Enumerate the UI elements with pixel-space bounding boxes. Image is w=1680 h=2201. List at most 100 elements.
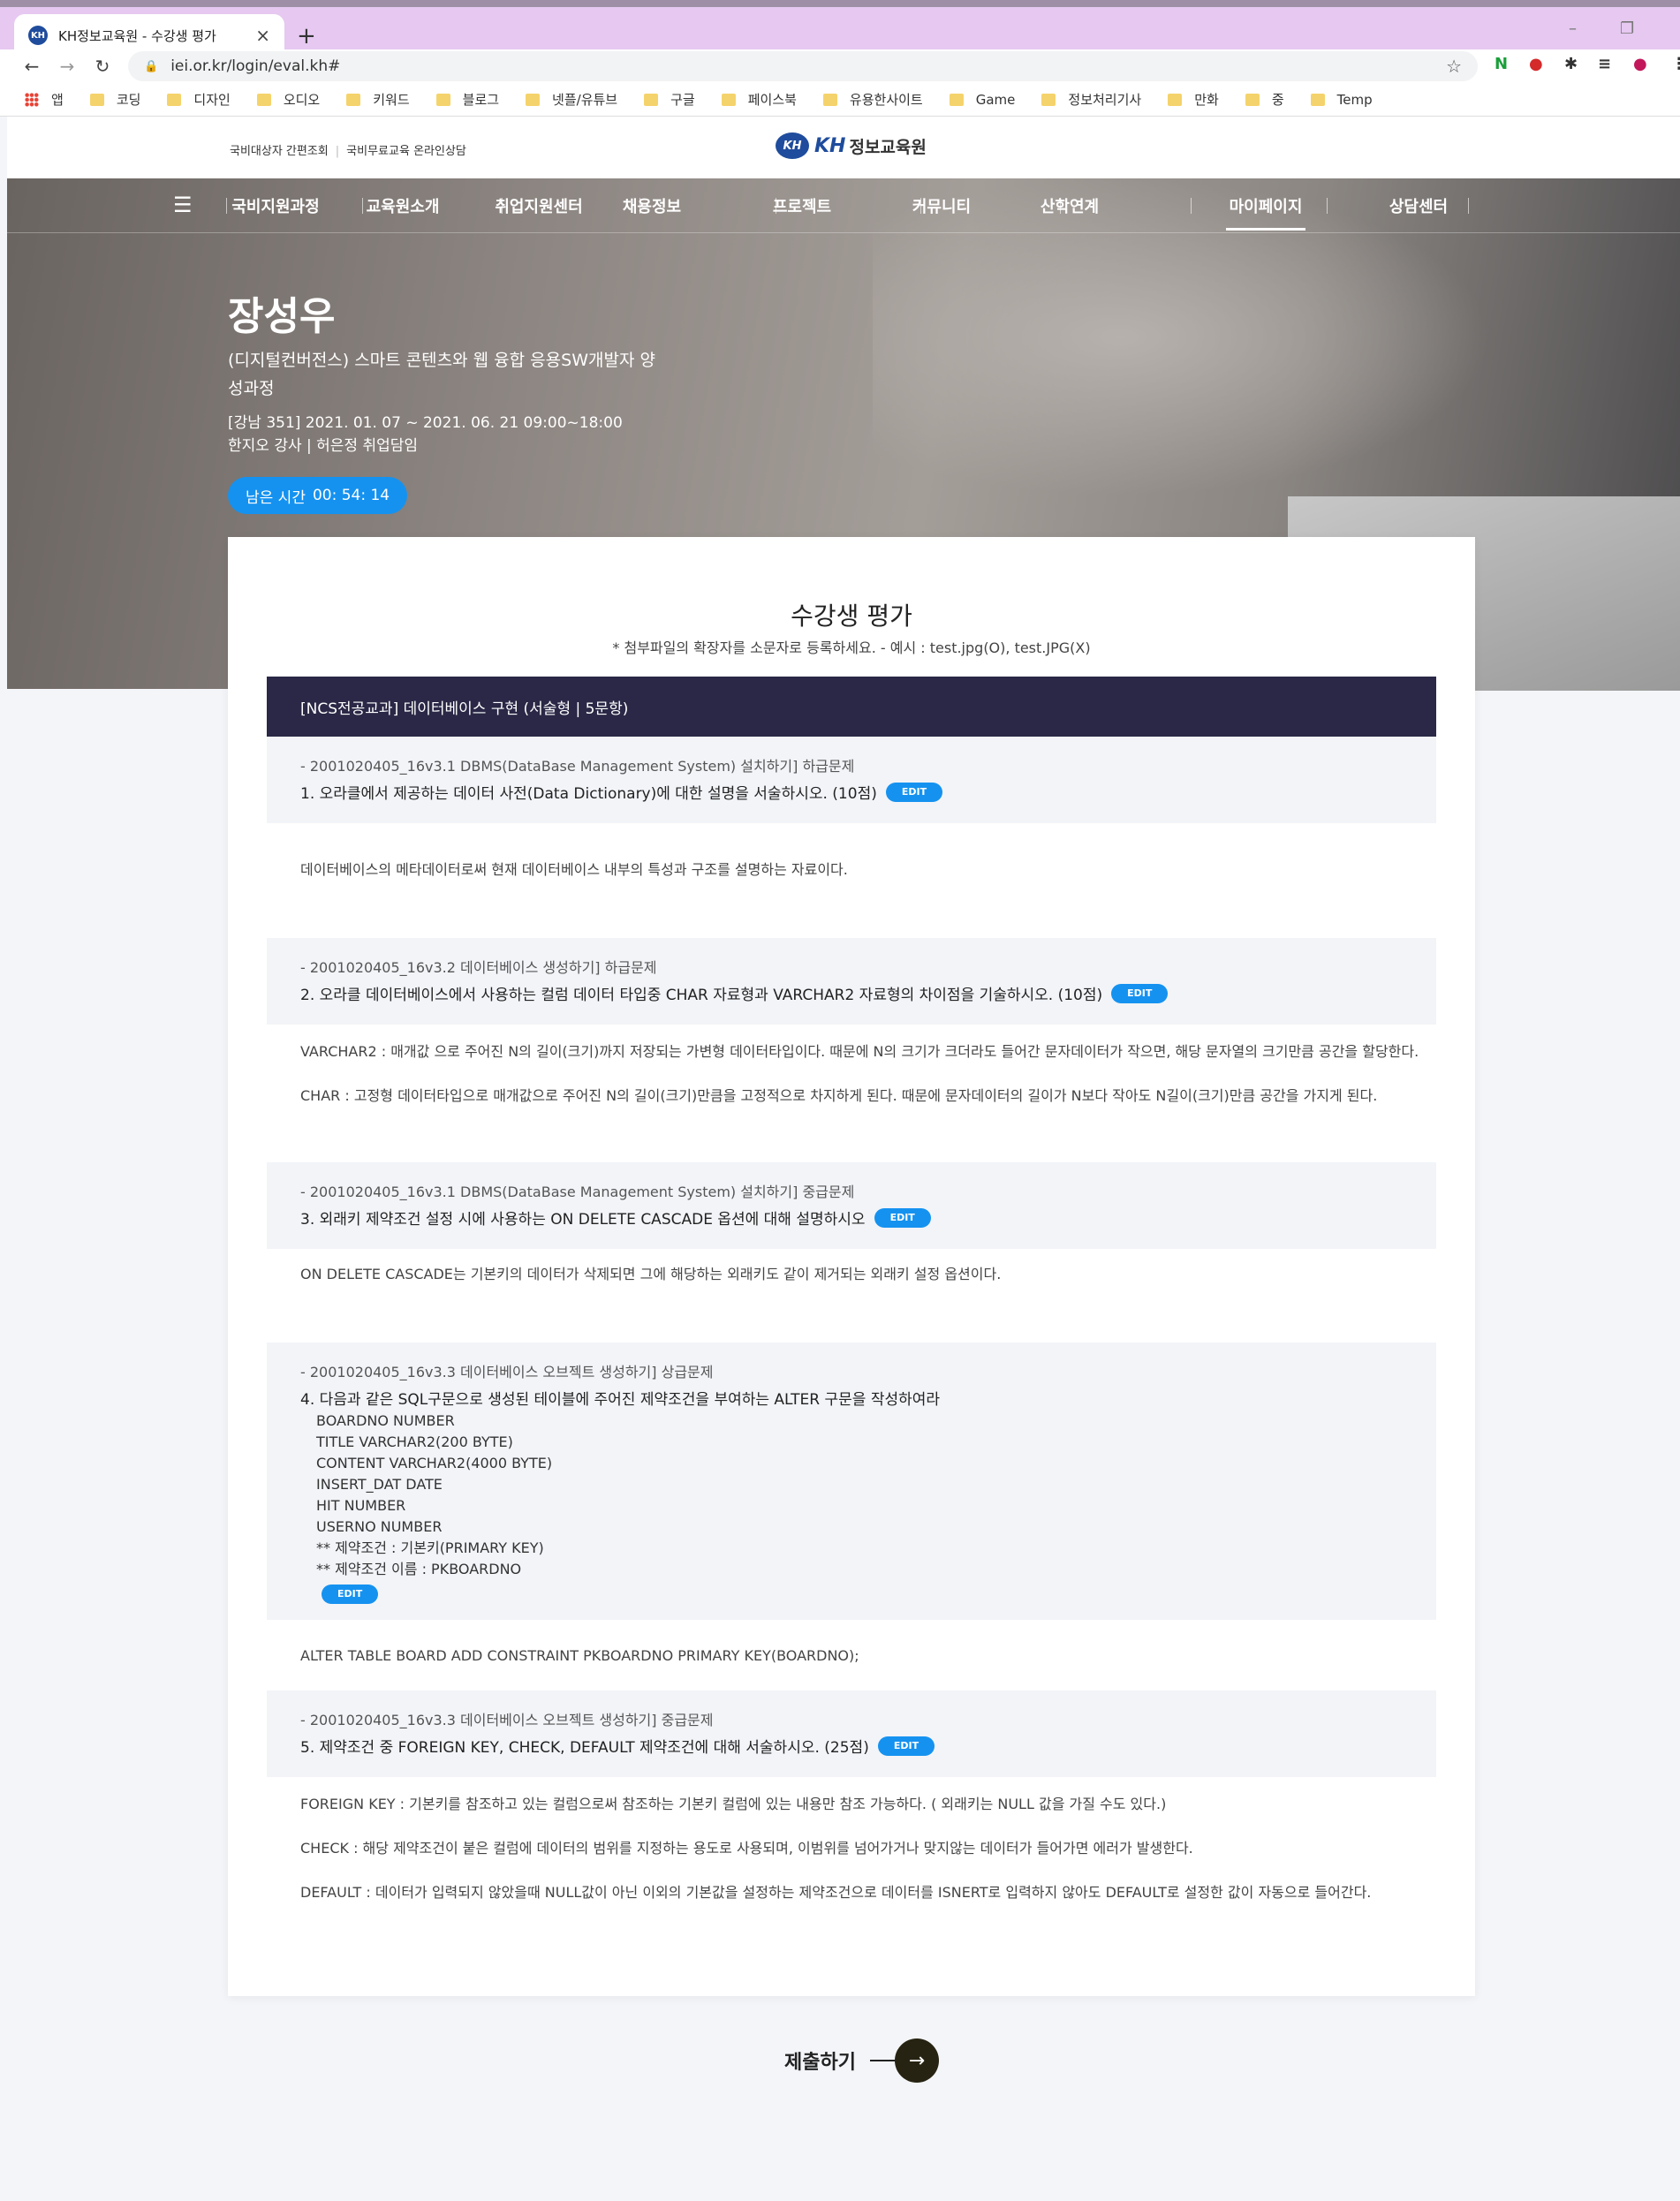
question-text: 2. 오라클 데이터베이스에서 사용하는 컬럼 데이터 타입중 CHAR 자료형…: [300, 987, 1103, 1004]
evaluation-card: 수강생 평가 * 첨부파일의 확장자를 소문자로 등록하세요. - 예시 : t…: [228, 537, 1475, 1996]
bookmark-item[interactable]: 중: [1245, 90, 1284, 109]
nav-item[interactable]: 국비지원과정: [223, 194, 329, 217]
forward-icon[interactable]: →: [49, 56, 85, 77]
bookmarks-bar: 앱 코딩 디자인 오디오 키워드 블로그 넷플/유튜브 구글 페이스북 유용한사이트 Game 정보처…: [0, 83, 1680, 117]
edit-button[interactable]: EDIT: [877, 1736, 935, 1756]
question-sql-lines: BOARDNO NUMBER TITLE VARCHAR2(200 BYTE) CO…: [300, 1411, 1403, 1580]
nav-item[interactable]: 상담센터: [1374, 194, 1463, 217]
answer-paragraph: ALTER TABLE BOARD ADD CONSTRAINT PKBOARD…: [300, 1647, 859, 1664]
nav-item[interactable]: 산학연계: [1030, 194, 1109, 217]
edit-button[interactable]: EDIT: [874, 1207, 931, 1228]
reload-icon[interactable]: ↻: [85, 56, 120, 77]
nav-item[interactable]: 커뮤니티: [897, 194, 986, 217]
bookmark-item[interactable]: 디자인: [167, 90, 231, 109]
bookmark-label: 디자인: [193, 92, 231, 108]
answer-paragraph: FOREIGN KEY : 기본키를 참조하고 있는 컬럼으로써 참조하는 기본…: [300, 1796, 1167, 1812]
bookmark-item[interactable]: 오디오: [256, 90, 321, 109]
browser-menu-icon[interactable]: ⋮: [1671, 55, 1680, 73]
sql-line: HIT NUMBER: [316, 1497, 406, 1514]
apps-grid-icon: [25, 92, 39, 107]
nav-divider: [1060, 198, 1061, 214]
submit-label: 제출하기: [784, 2052, 856, 2074]
nav-divider: [1327, 198, 1328, 214]
bookmark-label: 넷플/유튜브: [552, 92, 618, 108]
naver-extension-icon[interactable]: N: [1495, 55, 1508, 73]
bookmark-item[interactable]: 키워드: [346, 90, 410, 109]
bookmark-item[interactable]: Temp: [1310, 92, 1373, 108]
course-title: (디지털컨버전스) 스마트 콘텐츠와 웹 융합 응용SW개발자 양성과정: [228, 351, 655, 398]
nav-divider: [1468, 198, 1469, 214]
bookmark-item[interactable]: Game: [949, 92, 1015, 108]
bookmark-item[interactable]: 앱: [25, 90, 64, 109]
edit-button[interactable]: EDIT: [1111, 983, 1169, 1003]
submit-button[interactable]: 제출하기 →: [784, 2038, 939, 2083]
course-instructor: 한지오 강사 | 허은정 취업담임: [228, 437, 419, 455]
question-box: - 2001020405_16v3.1 DBMS(DataBase Manage…: [267, 1162, 1436, 1249]
tab-title: KH정보교육원 - 수강생 평가: [58, 27, 216, 44]
logo-kh: KH: [814, 134, 846, 157]
bookmark-item[interactable]: 구글: [644, 90, 695, 109]
logo-mark-icon: KH: [776, 132, 809, 159]
bookmark-label: 오디오: [283, 92, 321, 108]
restore-icon[interactable]: ❐: [1620, 19, 1634, 38]
sql-line: USERNO NUMBER: [316, 1518, 443, 1535]
bookmark-item[interactable]: 페이스북: [721, 90, 797, 109]
question-box: - 2001020405_16v3.1 DBMS(DataBase Manage…: [267, 737, 1436, 823]
nav-divider: [502, 198, 503, 214]
bookmark-item[interactable]: 정보처리기사: [1041, 90, 1141, 109]
answer-paragraph: VARCHAR2 : 매개값 으로 주어진 N의 길이(크기)까지 저장되는 가…: [300, 1043, 1419, 1060]
back-icon[interactable]: ←: [14, 56, 49, 77]
question-box: - 2001020405_16v3.3 데이터베이스 오브젝트 생성하기] 상급…: [267, 1343, 1436, 1620]
sql-line: TITLE VARCHAR2(200 BYTE): [316, 1433, 513, 1450]
answer-text: FOREIGN KEY : 기본키를 참조하고 있는 컬럼으로써 참조하는 기본…: [300, 1793, 1422, 1903]
nav-item[interactable]: 프로젝트: [758, 194, 846, 217]
timer-label: 남은 시간: [246, 488, 306, 507]
question-box: - 2001020405_16v3.2 데이터베이스 생성하기] 하급문제 2.…: [267, 938, 1436, 1025]
sql-line: BOARDNO NUMBER: [316, 1412, 455, 1429]
sql-line: ** 제약조건 이름 : PKBOARDNO: [316, 1561, 522, 1577]
edit-button[interactable]: EDIT: [885, 782, 943, 802]
folder-icon: [167, 93, 182, 106]
edit-button[interactable]: EDIT: [322, 1584, 379, 1604]
logo-name: 정보교육원: [849, 137, 927, 157]
tab-close-icon[interactable]: ×: [255, 25, 270, 46]
bookmark-item[interactable]: 만화: [1168, 90, 1219, 109]
bookmark-label: 중: [1271, 92, 1284, 108]
nav-item[interactable]: 채용정보: [617, 194, 687, 217]
active-nav-underline: [1226, 228, 1305, 231]
minimize-icon[interactable]: –: [1569, 19, 1577, 38]
link-online-consult[interactable]: 국비무료교육 온라인상담: [346, 145, 466, 158]
hamburger-menu-icon[interactable]: ☰: [173, 193, 193, 217]
bookmark-label: 구글: [670, 92, 695, 108]
bookmark-item[interactable]: 넷플/유튜브: [526, 90, 617, 109]
question-text: 3. 외래키 제약조건 설정 시에 사용하는 ON DELETE CASCADE…: [300, 1211, 866, 1229]
nav-divider: [920, 198, 921, 214]
nav-item[interactable]: 마이페이지: [1226, 194, 1305, 217]
extensions-icon[interactable]: ✱: [1564, 55, 1578, 73]
nav-item[interactable]: 교육원소개: [359, 194, 447, 217]
bookmark-item[interactable]: 블로그: [435, 90, 499, 109]
url-text: iei.or.kr/login/eval.kh#: [170, 57, 341, 75]
new-tab-button[interactable]: +: [297, 23, 316, 49]
question-code: - 2001020405_16v3.1 DBMS(DataBase Manage…: [300, 758, 855, 775]
site-logo[interactable]: KH KH 정보교육원: [776, 132, 927, 159]
timer-value: 00: 54: 14: [312, 487, 390, 504]
answer-paragraph: 데이터베이스의 메타데이터로써 현재 데이터베이스 내부의 특성과 구조를 설명…: [300, 861, 848, 878]
link-quick-lookup[interactable]: 국비대상자 간편조회: [230, 145, 329, 158]
folder-icon: [256, 93, 271, 106]
bookmark-star-icon[interactable]: ☆: [1446, 56, 1462, 77]
media-control-icon[interactable]: ≡: [1598, 55, 1611, 73]
bookmark-item[interactable]: 코딩: [89, 90, 140, 109]
bookmark-item[interactable]: 유용한사이트: [822, 90, 923, 109]
site-header: 국비대상자 간편조회 | 국비무료교육 온라인상담 KH KH 정보교육원: [7, 117, 1680, 178]
nav-divider: [639, 198, 640, 214]
student-name: 장성우: [228, 294, 336, 339]
address-bar[interactable]: 🔒 iei.or.kr/login/eval.kh# ☆: [128, 51, 1478, 81]
nav-divider: [226, 198, 227, 214]
profile-avatar-icon[interactable]: ●: [1633, 55, 1647, 73]
folder-icon: [721, 93, 736, 106]
bookmark-label: 유용한사이트: [849, 92, 923, 108]
question-code: - 2001020405_16v3.3 데이터베이스 오브젝트 생성하기] 중급…: [300, 1712, 714, 1728]
folder-icon: [644, 93, 659, 106]
opera-extension-icon[interactable]: ●: [1529, 55, 1543, 73]
